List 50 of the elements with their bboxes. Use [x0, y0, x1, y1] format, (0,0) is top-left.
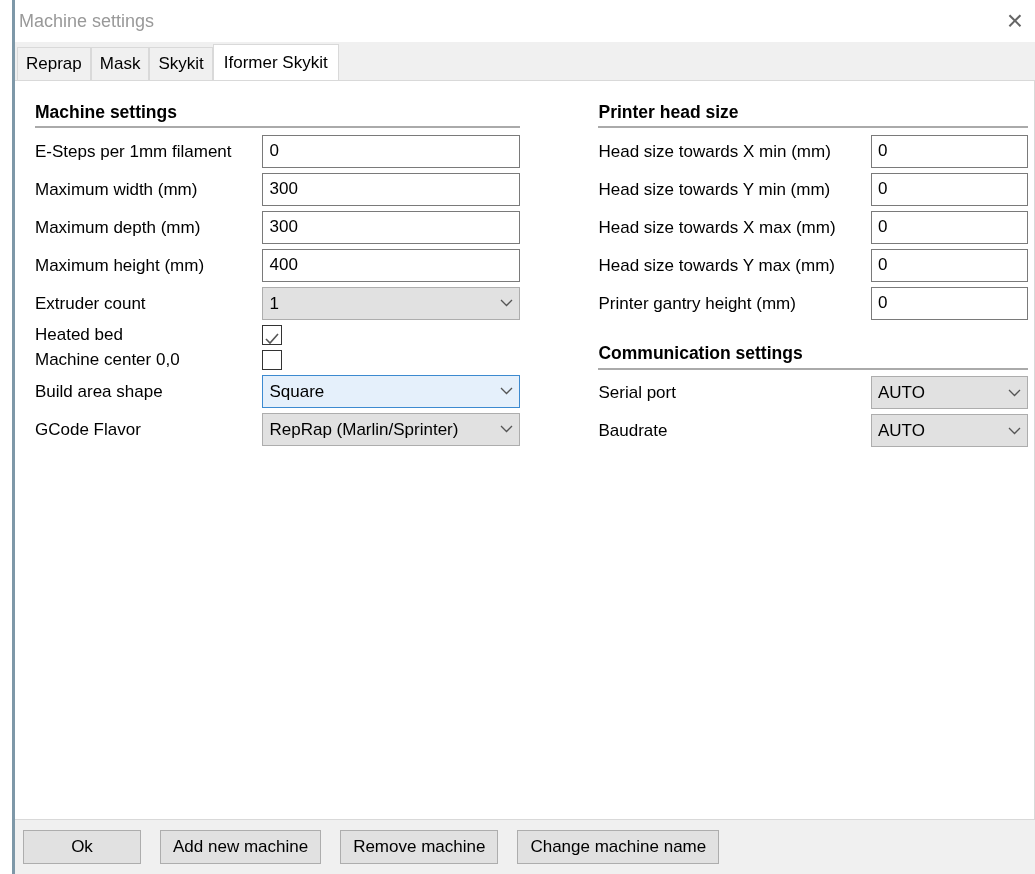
footer-button[interactable]: Ok: [23, 830, 141, 864]
chevron-down-icon: [1008, 388, 1021, 397]
checkbox[interactable]: [262, 349, 283, 370]
field-label: Maximum height (mm): [35, 254, 205, 277]
chevron-down-icon: [500, 425, 514, 434]
input-field[interactable]: 400: [262, 248, 521, 282]
field-label: Printer gantry height (mm): [598, 292, 796, 315]
footer-button[interactable]: Remove machine: [340, 830, 499, 864]
dropdown[interactable]: AUTO: [871, 376, 1028, 409]
field-label: Head size towards X min (mm): [598, 140, 831, 163]
field-label: Serial port: [598, 381, 676, 404]
input-field[interactable]: 300: [262, 210, 521, 244]
section-heading: Communication settings: [598, 340, 1028, 370]
field-label: Build area shape: [35, 380, 163, 403]
field-label: Maximum width (mm): [35, 178, 198, 201]
input-field[interactable]: 0: [871, 248, 1028, 282]
field-label: E-Steps per 1mm filament: [35, 140, 232, 163]
dropdown[interactable]: Square: [262, 374, 521, 408]
input-field[interactable]: 0: [871, 286, 1028, 320]
footer-button[interactable]: Change machine name: [517, 830, 720, 864]
tab[interactable]: Skykit: [149, 47, 213, 80]
checkbox[interactable]: [262, 324, 283, 345]
input-field[interactable]: 0: [262, 134, 521, 168]
dropdown[interactable]: RepRap (Marlin/Sprinter): [262, 412, 521, 446]
chevron-down-icon: [1008, 426, 1021, 435]
input-field[interactable]: 0: [871, 134, 1028, 168]
section-heading: Machine settings: [35, 99, 521, 129]
field-label: Machine center 0,0: [35, 349, 180, 371]
field-label: GCode Flavor: [35, 418, 141, 441]
field-label: Head size towards Y min (mm): [598, 178, 831, 201]
dropdown[interactable]: AUTO: [871, 414, 1028, 447]
field-label: Maximum depth (mm): [35, 216, 201, 239]
section-heading: Printer head size: [598, 99, 1028, 129]
tab[interactable]: Reprap: [17, 47, 91, 80]
close-button[interactable]: ×: [1002, 7, 1027, 35]
field-label: Baudrate: [598, 419, 668, 442]
chevron-down-icon: [500, 387, 514, 396]
field-label: Heated bed: [35, 324, 123, 346]
input-field[interactable]: 300: [262, 172, 521, 206]
field-label: Extruder count: [35, 292, 146, 315]
field-label: Head size towards Y max (mm): [598, 254, 835, 277]
tab[interactable]: Mask: [90, 47, 150, 80]
input-field[interactable]: 0: [871, 210, 1028, 244]
dropdown[interactable]: 1: [262, 286, 521, 320]
window-title: Machine settings: [19, 9, 155, 33]
field-label: Head size towards X max (mm): [598, 216, 836, 239]
footer-button[interactable]: Add new machine: [160, 830, 322, 864]
tab[interactable]: Iformer Skykit: [212, 44, 339, 81]
chevron-down-icon: [500, 299, 514, 308]
input-field[interactable]: 0: [871, 172, 1028, 206]
